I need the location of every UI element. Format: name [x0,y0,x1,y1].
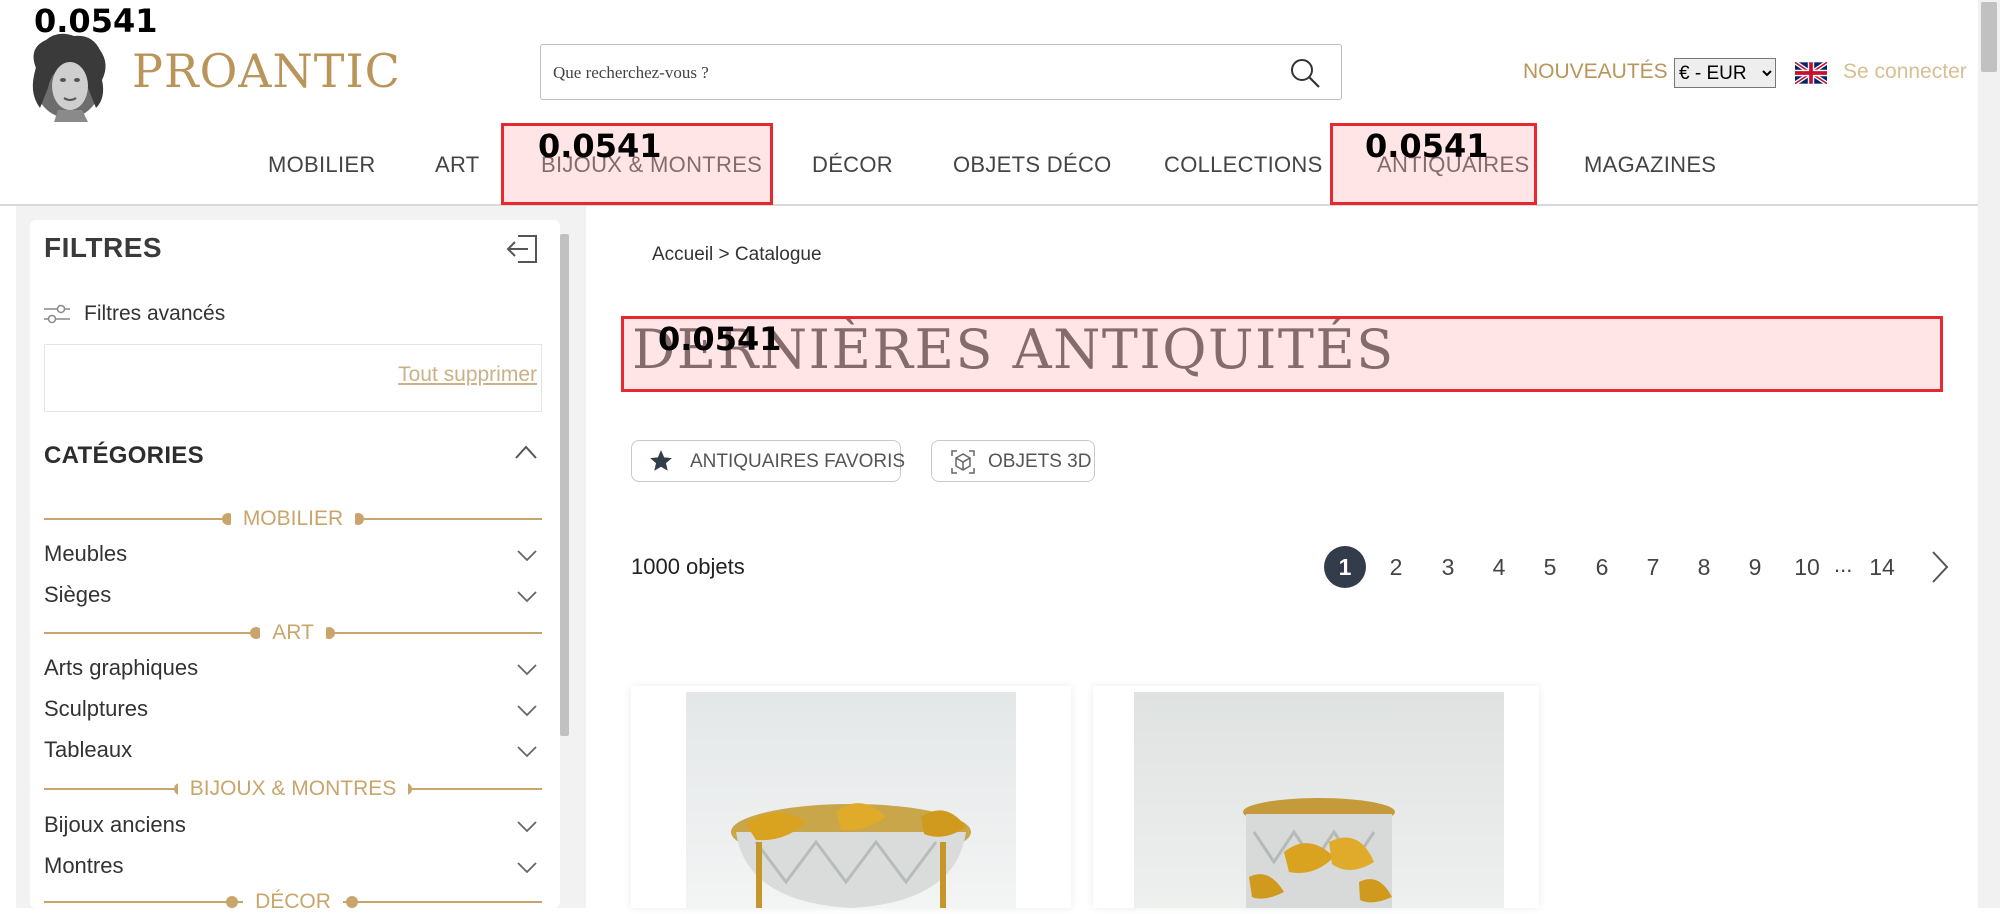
page-9[interactable]: 9 [1734,546,1776,588]
chevron-down-icon [517,664,537,676]
category-meubles[interactable]: Meubles [44,541,542,571]
nav-collections[interactable]: COLLECTIONS [1164,152,1323,178]
objects-3d-label: OBJETS 3D [988,451,1092,472]
product-image[interactable] [1134,692,1504,908]
search-input[interactable] [551,55,1255,91]
star-icon [650,450,672,471]
breadcrumb: Accueil > Catalogue [652,244,822,266]
page-4[interactable]: 4 [1478,546,1520,588]
clear-all-link[interactable]: Tout supprimer [398,363,537,387]
active-filters-box: Tout supprimer [44,344,542,412]
sidebar-scrollbar[interactable] [560,234,569,736]
page-6[interactable]: 6 [1581,546,1623,588]
group-label-decor: DÉCOR [243,890,343,913]
nav-magazines[interactable]: MAGAZINES [1584,152,1716,178]
nouveautes-link[interactable]: NOUVEAUTÉS [1523,60,1668,84]
breadcrumb-current[interactable]: Catalogue [735,244,822,265]
category-label: Arts graphiques [44,655,199,680]
nav-mobilier[interactable]: MOBILIER [268,152,376,178]
page-scrollbar-track[interactable] [1978,0,2000,908]
logo-text[interactable]: PROANTIC [132,44,401,98]
page-5[interactable]: 5 [1529,546,1571,588]
chevron-up-icon[interactable] [514,444,538,460]
search-bar [540,44,1342,100]
crystal-vase-image [1134,692,1504,908]
category-bijoux-anciens[interactable]: Bijoux anciens [44,812,542,842]
search-icon[interactable] [1289,57,1321,89]
page-10[interactable]: 10 [1786,546,1828,588]
page-3[interactable]: 3 [1427,546,1469,588]
category-montres[interactable]: Montres [44,853,542,883]
score-label: 0.0541 [538,127,662,165]
group-label-art: ART [260,621,326,644]
favorite-dealers-label: ANTIQUAIRES FAVORIS [690,451,906,472]
advanced-filters-link[interactable]: Filtres avancés [84,302,225,326]
nav-art[interactable]: ART [435,152,480,178]
highlight-box-title [621,316,1943,392]
cube-3d-icon [951,450,975,474]
category-label: Tableaux [44,737,133,762]
nav-objets-deco[interactable]: OBJETS DÉCO [953,152,1112,178]
score-label: 0.0541 [34,2,158,40]
score-label: 0.0541 [658,320,782,358]
product-image[interactable] [686,692,1016,908]
chevron-down-icon [517,746,537,758]
chevron-down-icon [517,821,537,833]
category-arts-graphiques[interactable]: Arts graphiques [44,655,542,685]
page-scrollbar-thumb[interactable] [1981,2,1997,72]
page-2[interactable]: 2 [1375,546,1417,588]
uk-flag-icon[interactable] [1795,62,1827,84]
sliders-icon[interactable] [44,304,70,324]
category-label: Montres [44,853,124,878]
score-label: 0.0541 [1365,127,1489,165]
group-label-bijoux: BIJOUX & MONTRES [177,777,409,800]
collapse-panel-icon[interactable] [504,232,540,266]
chevron-down-icon [517,550,537,562]
page-14[interactable]: 14 [1861,546,1903,588]
chevron-right-icon[interactable] [1930,550,1950,584]
breadcrumb-home[interactable]: Accueil [652,244,713,265]
page-1[interactable]: 1 [1324,546,1366,588]
divider-art: ART [44,621,542,645]
divider-mobilier: MOBILIER [44,507,542,531]
login-link[interactable]: Se connecter [1843,60,1967,84]
category-label: Sièges [44,582,112,607]
divider-bijoux-montres: BIJOUX & MONTRES [44,777,542,801]
objects-3d-button[interactable]: OBJETS 3D [931,440,1095,482]
page-7[interactable]: 7 [1632,546,1674,588]
filters-title: FILTRES [44,232,163,263]
divider-decor: DÉCOR [44,890,542,914]
chevron-down-icon [517,591,537,603]
favorite-dealers-button[interactable]: ANTIQUAIRES FAVORIS [631,440,905,482]
chevron-down-icon [517,862,537,874]
category-sieges[interactable]: Sièges [44,582,542,612]
category-label: Sculptures [44,696,148,721]
group-label-mobilier: MOBILIER [230,507,356,530]
logo-bust-icon[interactable] [18,28,116,122]
category-sculptures[interactable]: Sculptures [44,696,542,726]
categories-title: CATÉGORIES [44,442,204,469]
chevron-down-icon [517,705,537,717]
breadcrumb-separator: > [718,244,730,265]
currency-select[interactable]: € - EUR [1674,58,1776,88]
nav-decor[interactable]: DÉCOR [812,152,893,178]
pagination-ellipsis: ... [1834,552,1853,577]
crystal-bowl-image [686,692,1016,908]
category-label: Bijoux anciens [44,812,186,837]
page-8[interactable]: 8 [1683,546,1725,588]
results-count: 1000 objets [631,554,745,579]
category-tableaux[interactable]: Tableaux [44,737,542,767]
category-label: Meubles [44,541,128,566]
